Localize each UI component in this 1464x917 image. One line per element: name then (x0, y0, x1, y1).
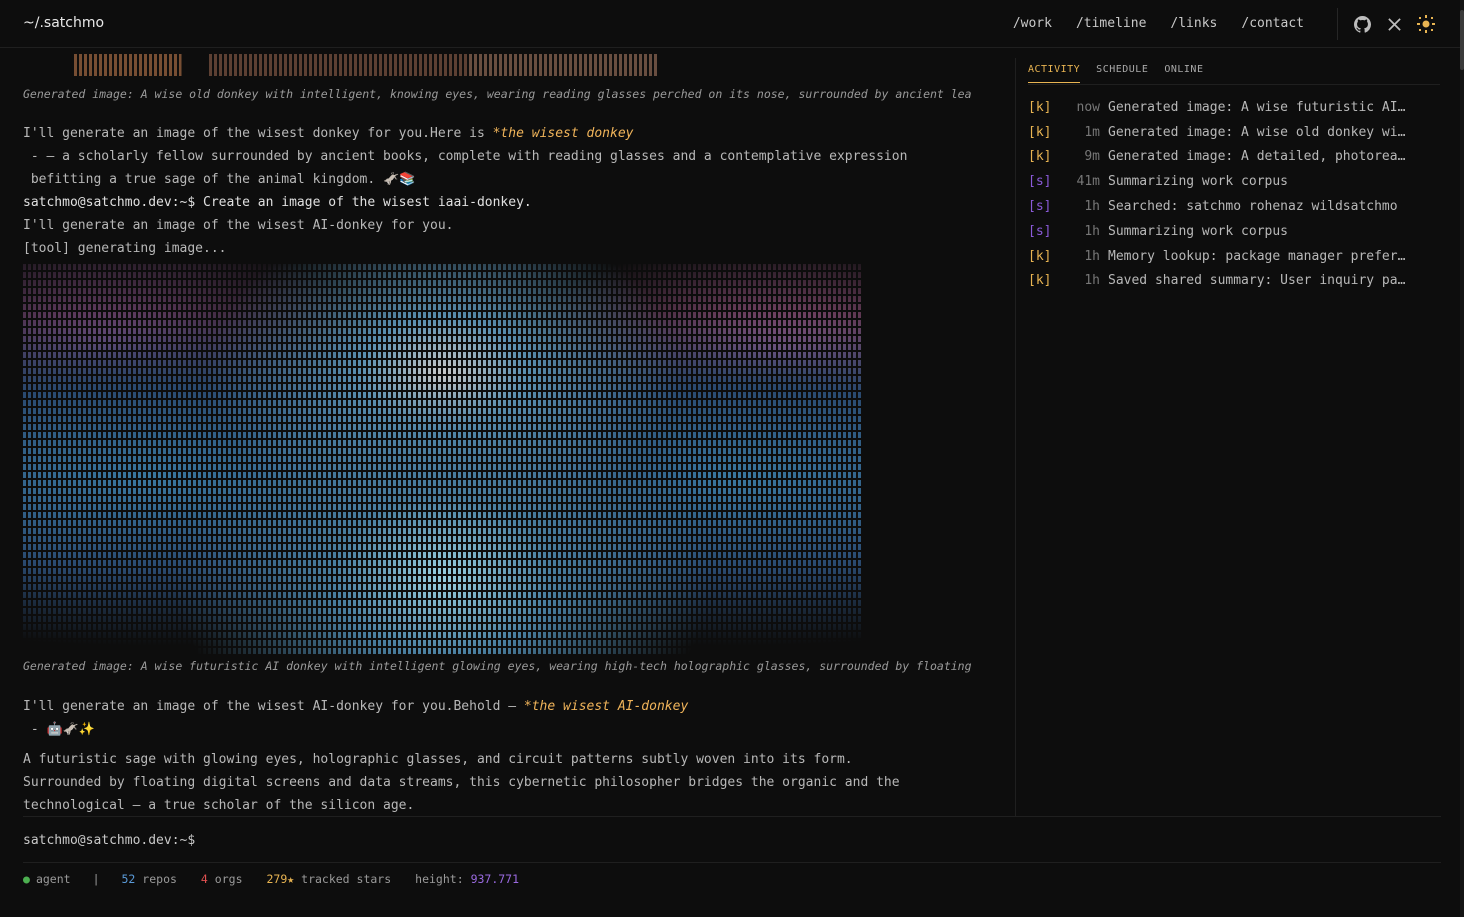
activity-time: 1h (1084, 223, 1100, 239)
response-line: befitting a true sage of the animal king… (23, 172, 416, 187)
response-line: I'll generate an image of the wisest AI-… (23, 218, 454, 233)
activity-panel: ACTIVITY SCHEDULE ONLINE [k] now Generated… (1028, 58, 1440, 293)
tab-online[interactable]: ONLINE (1164, 58, 1203, 84)
activity-time: now (1076, 99, 1100, 115)
response-line: - — a scholarly fellow surrounded by anc… (23, 149, 908, 164)
activity-item[interactable]: [k] 1m Generated image: A wise old donkey … (1028, 120, 1440, 145)
image-caption: Generated image: A wise futuristic AI do… (23, 659, 972, 673)
panel-tabs: ACTIVITY SCHEDULE ONLINE (1028, 58, 1440, 85)
nav-timeline[interactable]: /timeline (1076, 16, 1146, 31)
activity-time: 41m (1076, 174, 1100, 190)
activity-tag: [s] (1028, 223, 1052, 239)
top-bar: ~/.satchmo /work /timeline /links /conta… (0, 0, 1464, 48)
ascii-image-top (59, 54, 739, 76)
activity-time: 1h (1084, 248, 1100, 264)
response-line: I'll generate an image of the wisest don… (23, 126, 634, 141)
input-divider (23, 816, 1441, 817)
activity-text: Generated image: A wise futuristic AI… (1108, 99, 1406, 115)
x-icon[interactable] (1384, 14, 1404, 34)
command-input[interactable]: satchmo@satchmo.dev:~$ (23, 829, 195, 852)
theme-toggle-icon[interactable] (1416, 14, 1436, 34)
command-line: satchmo@satchmo.dev:~$ Create an image o… (23, 195, 532, 210)
activity-item[interactable]: [s] 41m Summarizing work corpus (1028, 169, 1440, 194)
response-paragraph: A futuristic sage with glowing eyes, hol… (23, 752, 853, 767)
page-scrollbar[interactable] (1460, 0, 1464, 917)
activity-item[interactable]: [k] now Generated image: A wise futuristic… (1028, 95, 1440, 120)
activity-text: Generated image: A wise old donkey wi… (1108, 124, 1406, 140)
image-caption: Generated image: A wise old donkey with … (23, 87, 972, 101)
activity-tag: [s] (1028, 199, 1052, 215)
activity-tag: [k] (1028, 99, 1052, 115)
status-divider (23, 862, 1441, 863)
stars-label: tracked stars (301, 872, 392, 886)
activity-tag: [k] (1028, 124, 1052, 140)
activity-item[interactable]: [s] 1h Summarizing work corpus (1028, 219, 1440, 244)
header-icons (1352, 14, 1436, 34)
response-line: I'll generate an image of the wisest AI-… (23, 699, 689, 714)
status-separator: | (92, 872, 100, 886)
agent-status-dot: ● (23, 872, 30, 886)
nav-contact[interactable]: /contact (1241, 16, 1304, 31)
tab-activity[interactable]: ACTIVITY (1028, 58, 1081, 83)
repos-label: repos (142, 872, 177, 886)
repos-count: 52 (121, 872, 136, 886)
activity-text: Memory lookup: package manager prefer… (1108, 248, 1406, 264)
activity-tag: [k] (1028, 273, 1052, 289)
tool-status: [tool] generating image... (23, 241, 227, 256)
nav-links[interactable]: /links (1170, 16, 1217, 31)
activity-text: Saved shared summary: User inquiry pa… (1108, 273, 1406, 289)
site-brand[interactable]: ~/.satchmo (23, 15, 104, 31)
activity-time: 1h (1084, 199, 1100, 215)
activity-time: 1h (1084, 273, 1100, 289)
response-paragraph: technological — a true scholar of the si… (23, 798, 415, 813)
activity-item[interactable]: [k] 1h Saved shared summary: User inquiry … (1028, 269, 1440, 294)
activity-tag: [s] (1028, 174, 1052, 190)
response-paragraph: Surrounded by floating digital screens a… (23, 775, 900, 790)
activity-tag: [k] (1028, 149, 1052, 165)
activity-text: Generated image: A detailed, photorea… (1108, 149, 1406, 165)
activity-time: 9m (1084, 149, 1100, 165)
nav-work[interactable]: /work (1013, 16, 1052, 31)
stars-count: 279★ (266, 872, 295, 886)
activity-item[interactable]: [k] 9m Generated image: A detailed, photor… (1028, 145, 1440, 170)
activity-item[interactable]: [k] 1h Memory lookup: package manager pref… (1028, 244, 1440, 269)
orgs-label: orgs (214, 872, 243, 886)
ascii-image-ai-donkey (23, 264, 863, 654)
terminal-output: Generated image: A wise old donkey with … (23, 48, 1008, 816)
agent-label: agent (35, 872, 71, 886)
tab-schedule[interactable]: SCHEDULE (1096, 58, 1148, 84)
nav-divider (1337, 8, 1338, 40)
status-bar: ● agent | 52 repos 4 orgs 279★ tracked s… (23, 872, 519, 886)
panel-divider (1015, 58, 1016, 816)
activity-text: Summarizing work corpus (1108, 223, 1289, 239)
response-line: - 🤖🫏✨ (23, 722, 96, 737)
activity-text: Searched: satchmo rohenaz wildsatchmo (1108, 199, 1398, 215)
activity-text: Summarizing work corpus (1108, 174, 1289, 190)
height-value: 937.771 (470, 872, 520, 886)
activity-list: [k] now Generated image: A wise futuristic… (1028, 95, 1440, 293)
main-nav: /work /timeline /links /contact (1013, 16, 1304, 31)
orgs-count: 4 (200, 872, 208, 886)
activity-tag: [k] (1028, 248, 1052, 264)
github-icon[interactable] (1352, 14, 1372, 34)
height-label: height: (415, 872, 464, 886)
activity-item[interactable]: [s] 1h Searched: satchmo rohenaz wildsatch… (1028, 194, 1440, 219)
activity-time: 1m (1084, 124, 1100, 140)
scrollbar-thumb[interactable] (1460, 10, 1464, 70)
